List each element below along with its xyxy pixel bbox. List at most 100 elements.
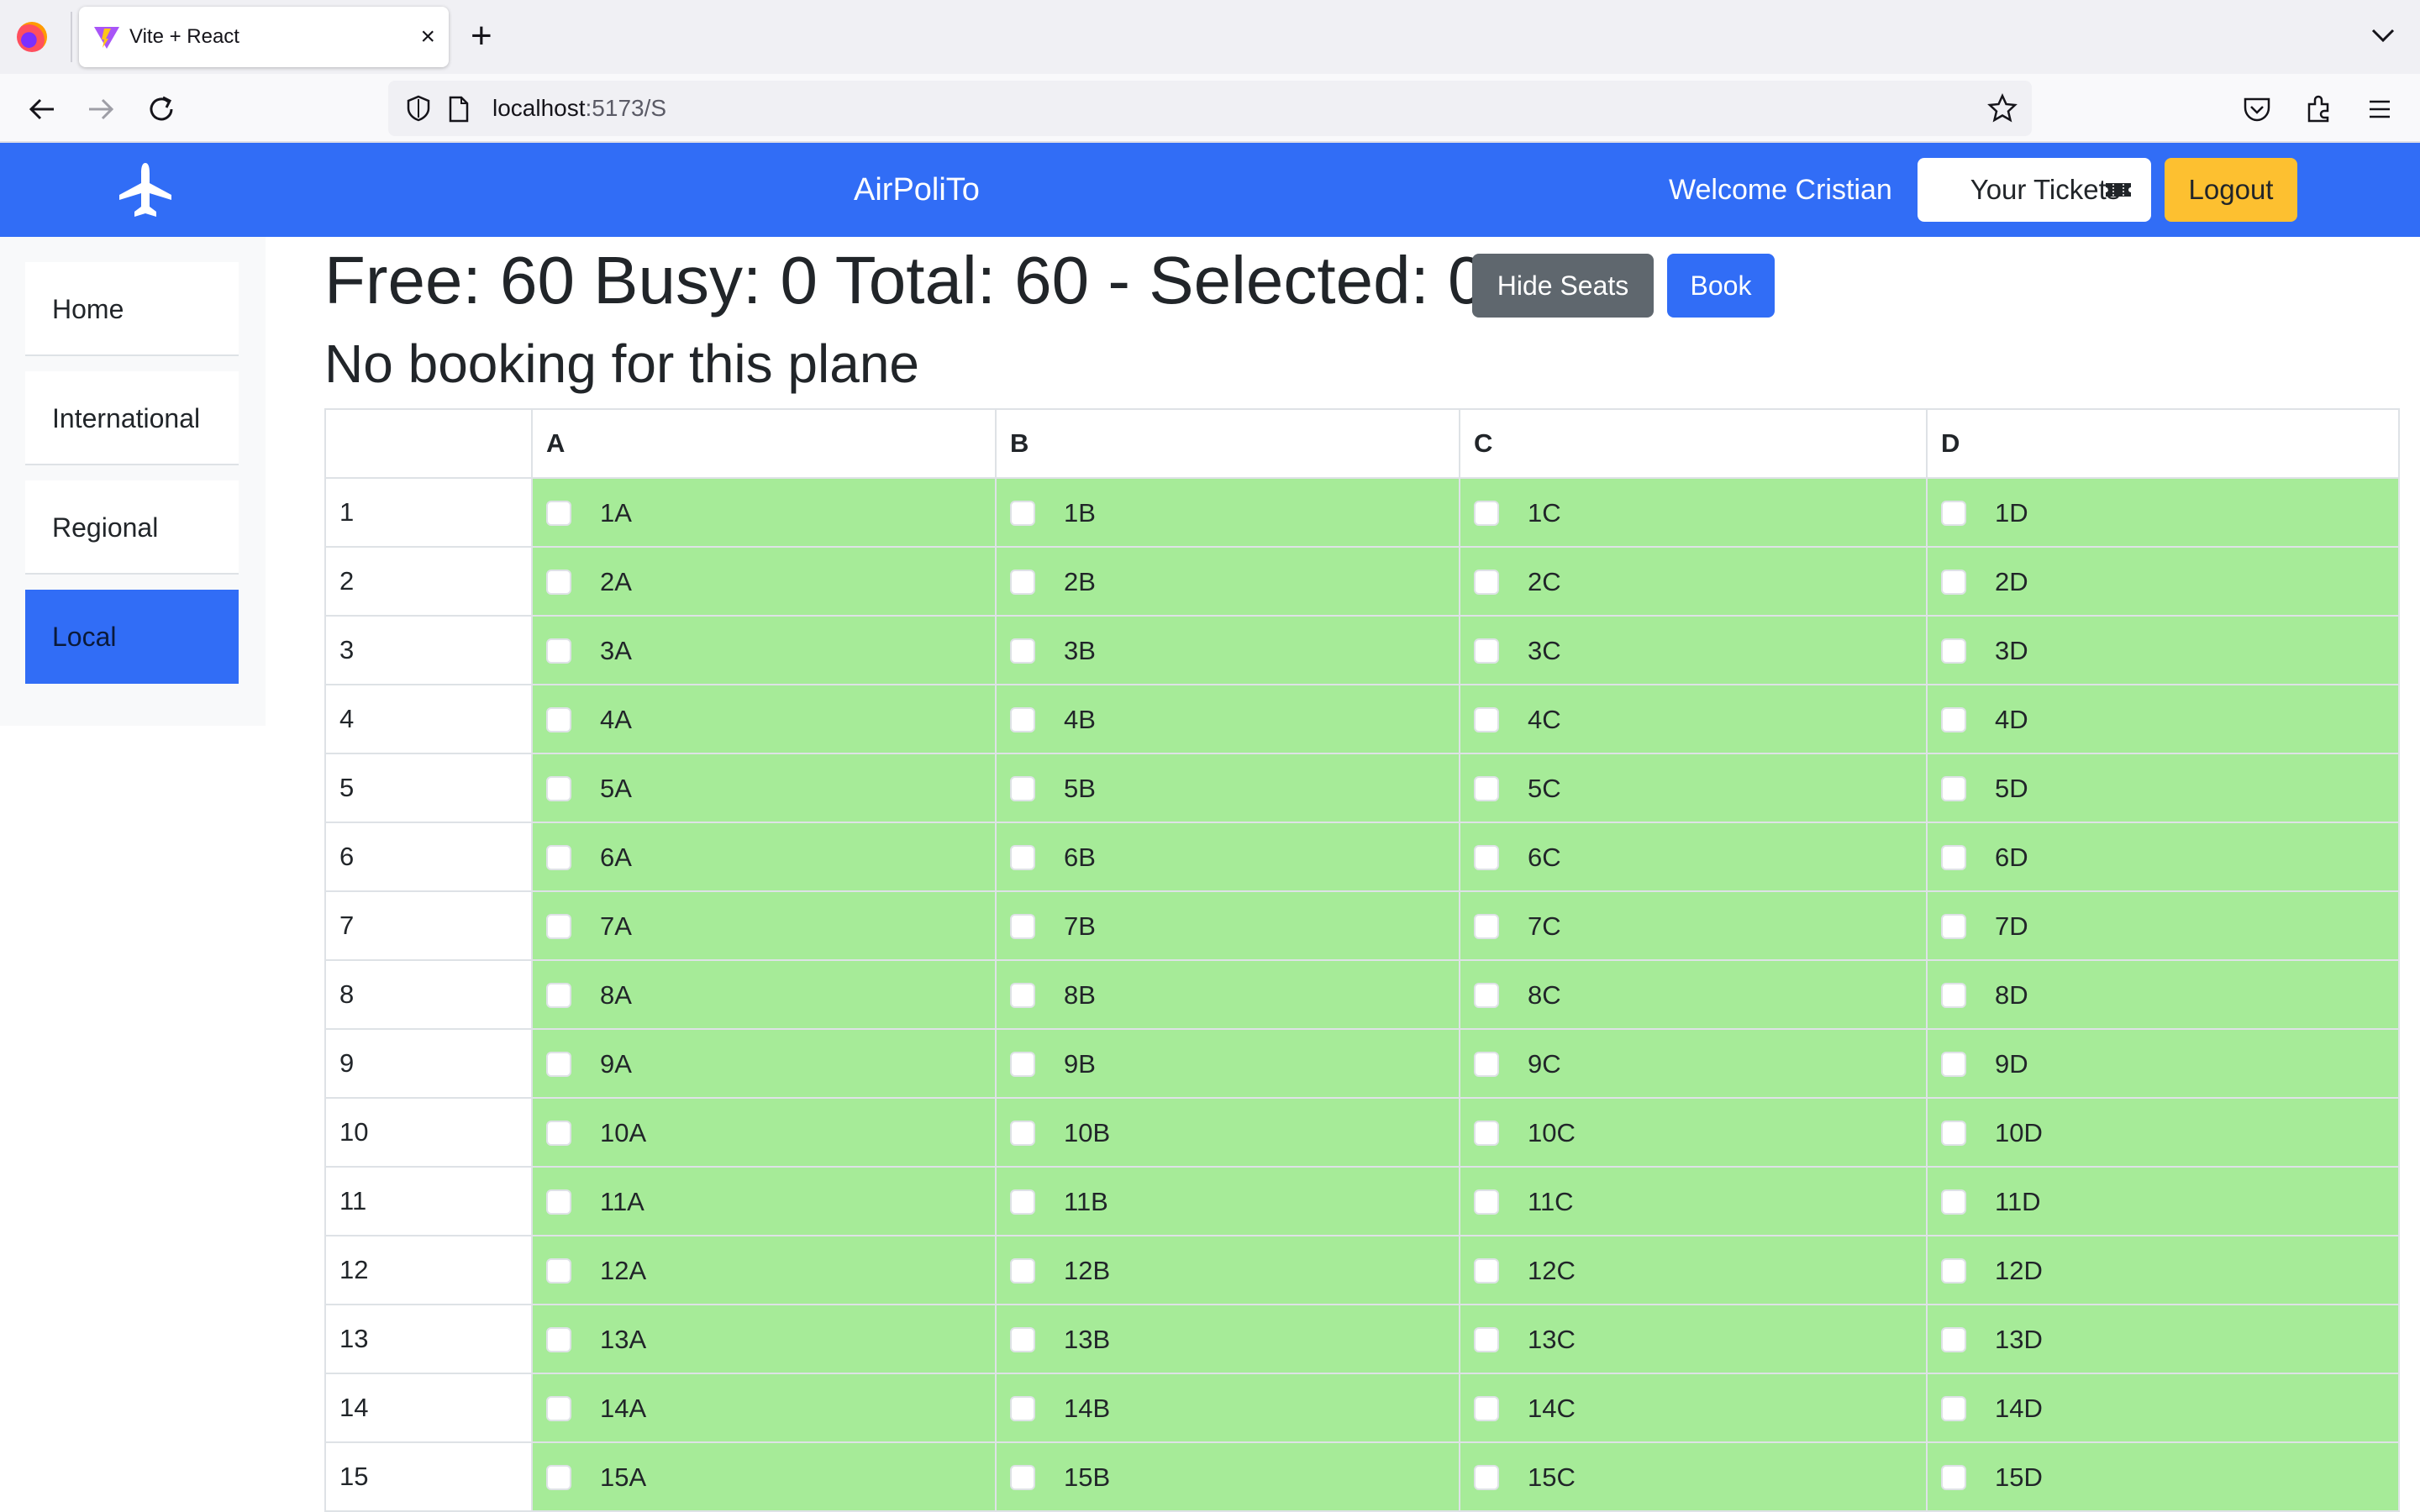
seat-cell[interactable]: 14D bbox=[1926, 1373, 2400, 1443]
seat-cell[interactable]: 14A bbox=[531, 1373, 997, 1443]
logout-button[interactable]: Logout bbox=[2165, 158, 2297, 222]
seat-cell[interactable]: 8C bbox=[1459, 959, 1928, 1030]
seat-cell[interactable]: 4A bbox=[531, 684, 997, 754]
seat-checkbox[interactable] bbox=[1010, 1051, 1035, 1077]
seat-cell[interactable]: 4C bbox=[1459, 684, 1928, 754]
extensions-icon[interactable] bbox=[2302, 92, 2336, 126]
seat-checkbox[interactable] bbox=[1941, 1051, 1966, 1077]
seat-cell[interactable]: 5B bbox=[995, 753, 1460, 823]
sidebar-item-regional[interactable]: Regional bbox=[25, 480, 239, 575]
seat-cell[interactable]: 7A bbox=[531, 890, 997, 961]
seat-cell[interactable]: 9C bbox=[1459, 1028, 1928, 1099]
seat-checkbox[interactable] bbox=[546, 844, 571, 870]
seat-cell[interactable]: 10C bbox=[1459, 1097, 1928, 1168]
seat-cell[interactable]: 12A bbox=[531, 1235, 997, 1305]
seat-checkbox[interactable] bbox=[1010, 775, 1035, 801]
seat-checkbox[interactable] bbox=[546, 706, 571, 732]
seat-checkbox[interactable] bbox=[1474, 1257, 1499, 1284]
seat-cell[interactable]: 11C bbox=[1459, 1166, 1928, 1236]
seat-checkbox[interactable] bbox=[1010, 1189, 1035, 1215]
seat-checkbox[interactable] bbox=[1941, 1120, 1966, 1146]
seat-checkbox[interactable] bbox=[1474, 706, 1499, 732]
seat-cell[interactable]: 7D bbox=[1926, 890, 2400, 961]
url-bar[interactable]: localhost:5173/S bbox=[388, 81, 2032, 136]
back-arrow-icon[interactable] bbox=[24, 91, 60, 128]
seat-cell[interactable]: 10A bbox=[531, 1097, 997, 1168]
seat-cell[interactable]: 9D bbox=[1926, 1028, 2400, 1099]
forward-arrow-icon[interactable] bbox=[82, 91, 119, 128]
seat-cell[interactable]: 12D bbox=[1926, 1235, 2400, 1305]
seat-checkbox[interactable] bbox=[1941, 706, 1966, 732]
seat-checkbox[interactable] bbox=[546, 638, 571, 664]
seat-checkbox[interactable] bbox=[1010, 1120, 1035, 1146]
seat-checkbox[interactable] bbox=[1474, 1464, 1499, 1490]
seat-cell[interactable]: 2D bbox=[1926, 546, 2400, 617]
seat-checkbox[interactable] bbox=[1474, 1326, 1499, 1352]
seat-cell[interactable]: 4B bbox=[995, 684, 1460, 754]
seat-checkbox[interactable] bbox=[1941, 844, 1966, 870]
seat-checkbox[interactable] bbox=[546, 569, 571, 595]
seat-checkbox[interactable] bbox=[1010, 1257, 1035, 1284]
seat-cell[interactable]: 3D bbox=[1926, 615, 2400, 685]
seat-cell[interactable]: 5D bbox=[1926, 753, 2400, 823]
url-text[interactable]: localhost:5173/S bbox=[492, 94, 666, 123]
seat-cell[interactable]: 12C bbox=[1459, 1235, 1928, 1305]
seat-cell[interactable]: 4D bbox=[1926, 684, 2400, 754]
seat-checkbox[interactable] bbox=[546, 1257, 571, 1284]
seat-cell[interactable]: 15B bbox=[995, 1441, 1460, 1512]
sidebar-item-home[interactable]: Home bbox=[25, 262, 239, 356]
seat-checkbox[interactable] bbox=[1010, 569, 1035, 595]
seat-cell[interactable]: 8B bbox=[995, 959, 1460, 1030]
seat-cell[interactable]: 15C bbox=[1459, 1441, 1928, 1512]
seat-checkbox[interactable] bbox=[1010, 706, 1035, 732]
seat-checkbox[interactable] bbox=[546, 1120, 571, 1146]
pocket-icon[interactable] bbox=[2240, 92, 2274, 126]
seat-checkbox[interactable] bbox=[1941, 982, 1966, 1008]
brand-title[interactable]: AirPoliTo bbox=[854, 171, 980, 208]
seat-cell[interactable]: 1B bbox=[995, 477, 1460, 548]
seat-checkbox[interactable] bbox=[1941, 1464, 1966, 1490]
seat-checkbox[interactable] bbox=[1474, 1051, 1499, 1077]
seat-cell[interactable]: 2C bbox=[1459, 546, 1928, 617]
seat-checkbox[interactable] bbox=[1941, 913, 1966, 939]
seat-cell[interactable]: 3B bbox=[995, 615, 1460, 685]
seat-checkbox[interactable] bbox=[1010, 844, 1035, 870]
seat-checkbox[interactable] bbox=[1474, 638, 1499, 664]
menu-icon[interactable] bbox=[2363, 92, 2396, 126]
seat-cell[interactable]: 8A bbox=[531, 959, 997, 1030]
seat-checkbox[interactable] bbox=[1941, 638, 1966, 664]
seat-checkbox[interactable] bbox=[1474, 844, 1499, 870]
seat-checkbox[interactable] bbox=[1941, 1257, 1966, 1284]
seat-cell[interactable]: 3A bbox=[531, 615, 997, 685]
seat-cell[interactable]: 11A bbox=[531, 1166, 997, 1236]
seat-checkbox[interactable] bbox=[1474, 1395, 1499, 1421]
seat-checkbox[interactable] bbox=[546, 775, 571, 801]
seat-cell[interactable]: 3C bbox=[1459, 615, 1928, 685]
seat-checkbox[interactable] bbox=[546, 1051, 571, 1077]
seat-cell[interactable]: 1A bbox=[531, 477, 997, 548]
seat-cell[interactable]: 12B bbox=[995, 1235, 1460, 1305]
seat-cell[interactable]: 11D bbox=[1926, 1166, 2400, 1236]
seat-cell[interactable]: 6D bbox=[1926, 822, 2400, 892]
book-button[interactable]: Book bbox=[1667, 254, 1775, 318]
seat-checkbox[interactable] bbox=[1010, 1395, 1035, 1421]
seat-cell[interactable]: 9B bbox=[995, 1028, 1460, 1099]
your-tickets-button[interactable]: Your Tickets bbox=[1918, 158, 2151, 222]
seat-cell[interactable]: 6B bbox=[995, 822, 1460, 892]
seat-checkbox[interactable] bbox=[546, 500, 571, 526]
seat-checkbox[interactable] bbox=[1941, 500, 1966, 526]
seat-cell[interactable]: 5C bbox=[1459, 753, 1928, 823]
seat-checkbox[interactable] bbox=[546, 1189, 571, 1215]
seat-checkbox[interactable] bbox=[546, 913, 571, 939]
browser-tab[interactable]: Vite + React × bbox=[79, 7, 449, 67]
bookmark-star-icon[interactable] bbox=[1986, 92, 2018, 124]
seat-checkbox[interactable] bbox=[1010, 1326, 1035, 1352]
seat-cell[interactable]: 7B bbox=[995, 890, 1460, 961]
seat-cell[interactable]: 2B bbox=[995, 546, 1460, 617]
seat-cell[interactable]: 13D bbox=[1926, 1304, 2400, 1374]
seat-checkbox[interactable] bbox=[1474, 500, 1499, 526]
new-tab-button[interactable]: + bbox=[471, 15, 492, 57]
seat-cell[interactable]: 13A bbox=[531, 1304, 997, 1374]
seat-cell[interactable]: 7C bbox=[1459, 890, 1928, 961]
seat-checkbox[interactable] bbox=[1474, 982, 1499, 1008]
